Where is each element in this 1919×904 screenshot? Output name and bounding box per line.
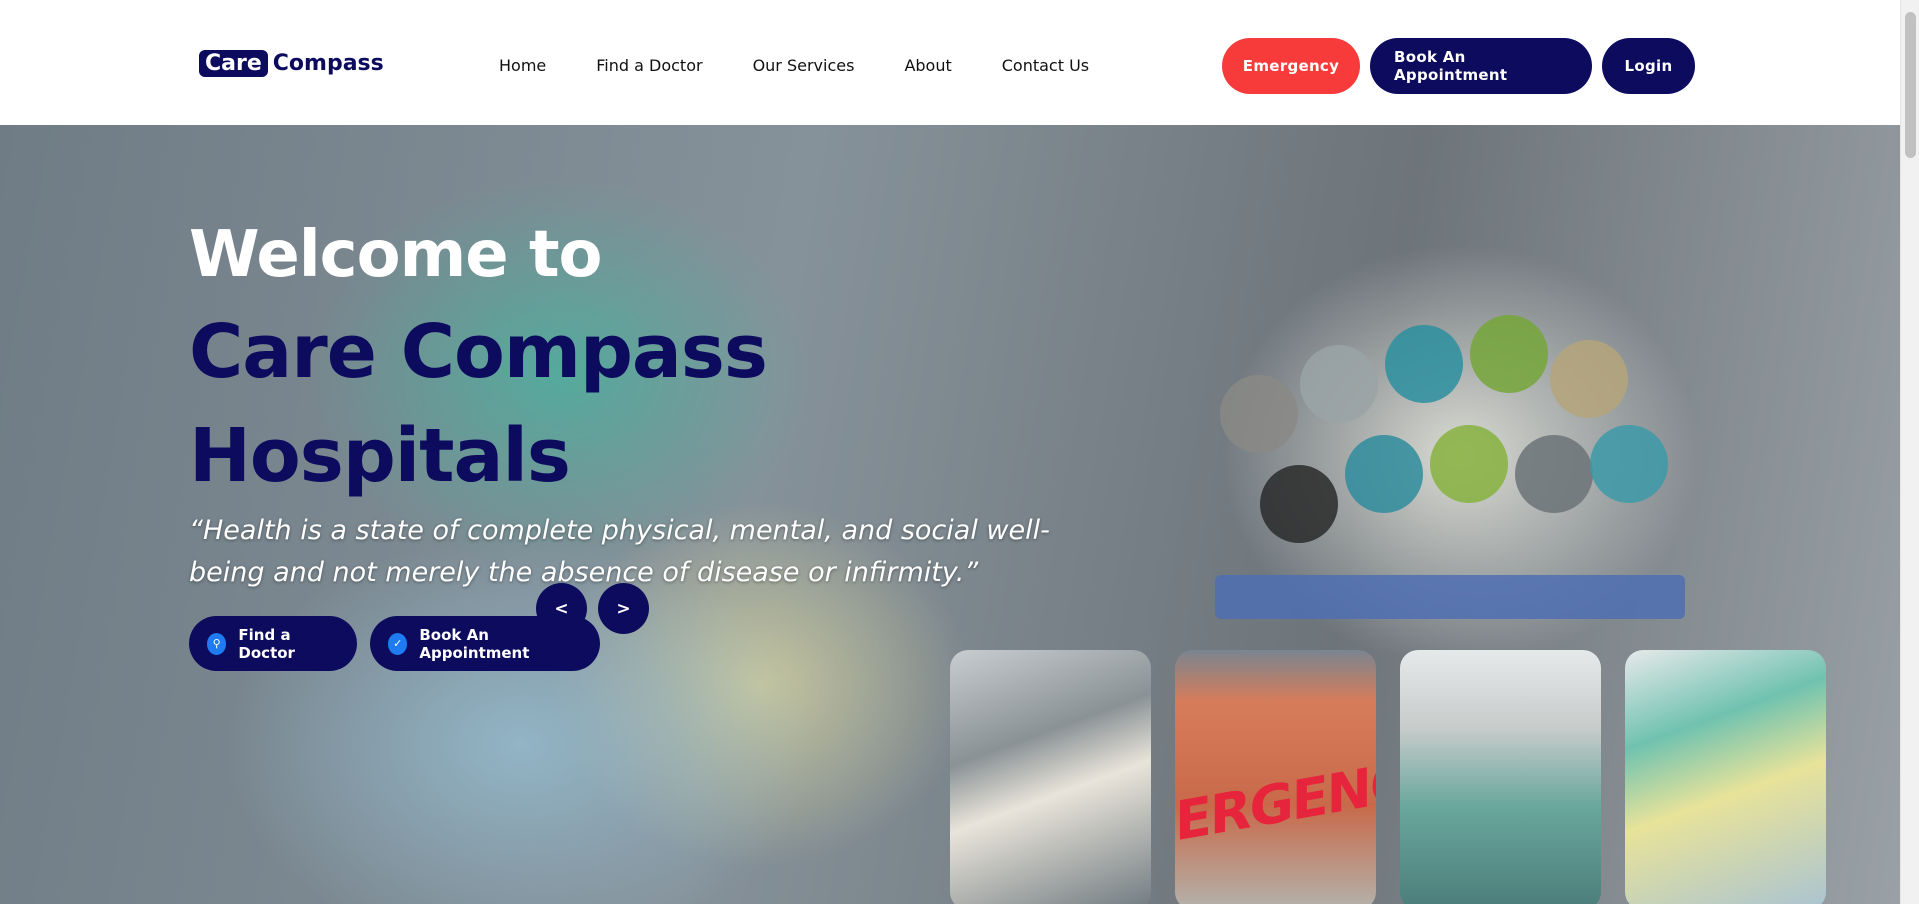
carousel-next-button[interactable]: >	[598, 583, 649, 634]
book-appointment-button[interactable]: Book An Appointment	[1370, 38, 1592, 94]
carousel-cards: ERGENC	[950, 650, 1826, 904]
carousel-card-staff[interactable]	[1400, 650, 1601, 904]
logo[interactable]: Care Compass	[199, 50, 384, 77]
nav-contact-us[interactable]: Contact Us	[1002, 56, 1089, 75]
hero-background-band	[1215, 575, 1685, 619]
site-header: Care Compass Home Find a Doctor Our Serv…	[0, 0, 1900, 125]
hero-welcome: Welcome to	[189, 218, 602, 292]
main-nav: Home Find a Doctor Our Services About Co…	[499, 56, 1139, 75]
page-scrollbar[interactable]	[1900, 0, 1919, 904]
nav-our-services[interactable]: Our Services	[753, 56, 855, 75]
nav-home[interactable]: Home	[499, 56, 546, 75]
hero-find-doctor-button[interactable]: ⚲ Find a Doctor	[189, 616, 357, 671]
nav-find-doctor[interactable]: Find a Doctor	[596, 56, 702, 75]
logo-box: Care	[199, 50, 268, 77]
hero-title: Care Compass Hospitals	[189, 309, 768, 499]
login-button[interactable]: Login	[1602, 38, 1695, 94]
carousel-prev-button[interactable]: <	[536, 583, 587, 634]
search-icon: ⚲	[207, 632, 227, 655]
emergency-button[interactable]: Emergency	[1222, 38, 1360, 94]
hero-find-doctor-label: Find a Doctor	[238, 625, 295, 662]
hero-cta-row: ⚲ Find a Doctor ✓ Book An Appointment	[189, 616, 600, 671]
hero-quote: “Health is a state of complete physical,…	[189, 515, 1050, 588]
carousel-card-surgeon[interactable]	[1625, 650, 1826, 904]
scrollbar-thumb[interactable]	[1905, 12, 1916, 158]
carousel-card-emergency[interactable]: ERGENC	[1175, 650, 1376, 904]
logo-text: Compass	[272, 51, 384, 76]
check-icon: ✓	[388, 632, 408, 655]
carousel-card-family[interactable]	[950, 650, 1151, 904]
hero-section: Welcome to Care Compass Hospitals “Healt…	[0, 125, 1900, 904]
nav-about[interactable]: About	[904, 56, 951, 75]
emergency-sign: ERGENC	[1175, 749, 1376, 854]
hero-background-cap-pattern	[1220, 285, 1690, 565]
header-actions: Emergency Book An Appointment Login	[1222, 38, 1695, 94]
